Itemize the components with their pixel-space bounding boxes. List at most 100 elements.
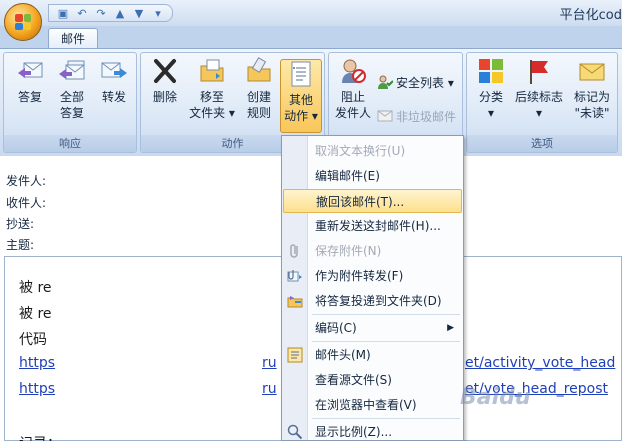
mail-header-icon <box>287 347 303 363</box>
create-rule-label: 创建 规则 <box>246 90 271 120</box>
menu-item-encoding[interactable]: 编码(C) ▶ <box>283 316 462 340</box>
menu-item-label: 撤回该邮件(T)... <box>316 195 405 209</box>
body-link-fragment[interactable]: ru <box>262 381 277 397</box>
subject-label: 主题: <box>6 238 35 252</box>
create-rule-icon <box>247 57 271 82</box>
other-actions-label: 其他 动作 ▾ <box>284 93 318 123</box>
paperclip-icon <box>290 244 298 258</box>
body-link[interactable]: https <box>19 381 55 397</box>
reply-all-button[interactable]: 全部 答复 <box>52 57 92 121</box>
menu-item-label: 编码(C) <box>315 321 357 335</box>
categorize-icon <box>479 59 503 83</box>
window-title: 平台化cod <box>559 8 622 23</box>
group-options-label: 选项 <box>467 135 617 152</box>
baidu-watermark: Baidu <box>460 385 531 410</box>
tab-row: 邮件 <box>0 26 622 49</box>
quick-access-toolbar: ▣ ↶ ↷ ▲ ▼ ▾ <box>48 4 173 22</box>
tab-mail[interactable]: 邮件 <box>48 28 98 49</box>
follow-up-button[interactable]: 后续标志 ▾ <box>513 57 565 121</box>
menu-item-label: 作为附件转发(F) <box>315 269 404 283</box>
body-link-fragment[interactable]: ru <box>262 355 277 371</box>
move-folder-icon <box>200 59 224 82</box>
delete-label: 删除 <box>152 90 177 104</box>
safe-list-label: 安全列表 ▾ <box>396 75 454 90</box>
office-button[interactable] <box>4 3 42 41</box>
reply-all-icon <box>59 60 85 80</box>
body-line: 被 re <box>19 306 52 322</box>
down-arrow-icon[interactable]: ▼ <box>131 6 147 20</box>
follow-up-label: 后续标志 ▾ <box>514 90 563 120</box>
folder-deliver-icon <box>287 296 303 308</box>
undo-icon[interactable]: ↶ <box>74 6 90 20</box>
other-actions-button[interactable]: 其他 动作 ▾ <box>280 59 322 133</box>
cc-label: 抄送: <box>6 217 35 231</box>
not-junk-label: 非垃圾邮件 <box>396 109 457 124</box>
mark-unread-button[interactable]: 标记为 "未读" <box>569 57 615 121</box>
menu-item-deliver-replies[interactable]: 将答复投递到文件夹(D) <box>283 289 462 313</box>
mark-unread-icon <box>579 63 605 81</box>
attach-forward-icon <box>287 270 302 282</box>
group-respond: 答复 全部 答复 转发 响应 <box>3 52 137 153</box>
dropdown-icon[interactable]: ▾ <box>150 6 166 20</box>
categorize-button[interactable]: 分类 ▾ <box>471 57 511 121</box>
not-junk-icon <box>377 110 393 122</box>
body-line: 被 re <box>19 280 52 296</box>
menu-item-unwrap-text[interactable]: 取消文本换行(U) <box>283 139 462 163</box>
menu-item-view-source[interactable]: 查看源文件(S) <box>283 368 462 392</box>
menu-item-message-header[interactable]: 邮件头(M) <box>283 343 462 367</box>
move-to-folder-label: 移至 文件夹 ▾ <box>189 90 235 120</box>
menu-item-label: 保存附件(N) <box>315 244 382 258</box>
delete-icon <box>154 59 176 83</box>
submenu-arrow-icon: ▶ <box>447 323 454 333</box>
save-icon[interactable]: ▣ <box>55 6 71 20</box>
flag-icon <box>530 60 548 84</box>
other-actions-menu: 取消文本换行(U) 编辑邮件(E) 撤回该邮件(T)... 重新发送这封邮件(H… <box>281 135 464 441</box>
menu-item-view-in-browser[interactable]: 在浏览器中查看(V) <box>283 393 462 417</box>
menu-item-recall-message[interactable]: 撤回该邮件(T)... <box>283 189 462 213</box>
body-link-tail[interactable]: et/activity_vote_head <box>465 355 615 371</box>
move-to-folder-button[interactable]: 移至 文件夹 ▾ <box>189 57 235 121</box>
menu-item-label: 将答复投递到文件夹(D) <box>315 294 442 308</box>
group-options: 分类 ▾ 后续标志 ▾ 标记为 "未读" 选项 <box>466 52 618 153</box>
menu-item-label: 取消文本换行(U) <box>315 144 406 158</box>
reply-icon <box>18 62 43 78</box>
menu-item-label: 显示比例(Z)... <box>315 425 393 439</box>
reply-button[interactable]: 答复 <box>10 57 50 105</box>
safe-list-button[interactable]: 安全列表 ▾ <box>377 73 454 91</box>
menu-item-edit-message[interactable]: 编辑邮件(E) <box>283 164 462 188</box>
categorize-label: 分类 ▾ <box>478 90 503 120</box>
menu-item-label: 邮件头(M) <box>315 348 371 362</box>
body-link[interactable]: https <box>19 355 55 371</box>
forward-button[interactable]: 转发 <box>94 57 134 105</box>
menu-item-label: 重新发送这封邮件(H)... <box>315 219 441 233</box>
up-arrow-icon[interactable]: ▲ <box>112 6 128 20</box>
menu-separator <box>312 341 460 342</box>
from-label: 发件人: <box>6 174 47 188</box>
mark-unread-label: 标记为 "未读" <box>573 90 610 120</box>
menu-item-label: 查看源文件(S) <box>315 373 392 387</box>
body-line: 记录： <box>19 433 61 441</box>
not-junk-button[interactable]: 非垃圾邮件 <box>377 107 456 125</box>
menu-item-save-attachments[interactable]: 保存附件(N) <box>283 239 462 263</box>
menu-item-label: 在浏览器中查看(V) <box>315 398 417 412</box>
forward-icon <box>101 62 127 78</box>
title-bar: ▣ ↶ ↷ ▲ ▼ ▾ 平台化cod <box>0 0 622 26</box>
menu-item-zoom[interactable]: 显示比例(Z)... <box>283 420 462 441</box>
menu-item-label: 编辑邮件(E) <box>315 169 380 183</box>
create-rule-button[interactable]: 创建 规则 <box>239 57 279 121</box>
zoom-icon <box>287 424 303 440</box>
menu-item-forward-as-attachment[interactable]: 作为附件转发(F) <box>283 264 462 288</box>
body-line: 代码 <box>19 332 47 348</box>
menu-separator <box>312 314 460 315</box>
reply-all-label: 全部 答复 <box>59 90 84 120</box>
forward-label: 转发 <box>101 90 126 104</box>
block-sender-button[interactable]: 阻止 发件人 <box>331 57 375 121</box>
block-sender-label: 阻止 发件人 <box>334 90 371 120</box>
reply-label: 答复 <box>17 90 42 104</box>
redo-icon[interactable]: ↷ <box>93 6 109 20</box>
menu-separator <box>312 418 460 419</box>
menu-item-resend-message[interactable]: 重新发送这封邮件(H)... <box>283 214 462 238</box>
delete-button[interactable]: 删除 <box>145 57 185 105</box>
block-sender-icon <box>342 59 366 83</box>
safe-list-icon <box>378 75 393 89</box>
